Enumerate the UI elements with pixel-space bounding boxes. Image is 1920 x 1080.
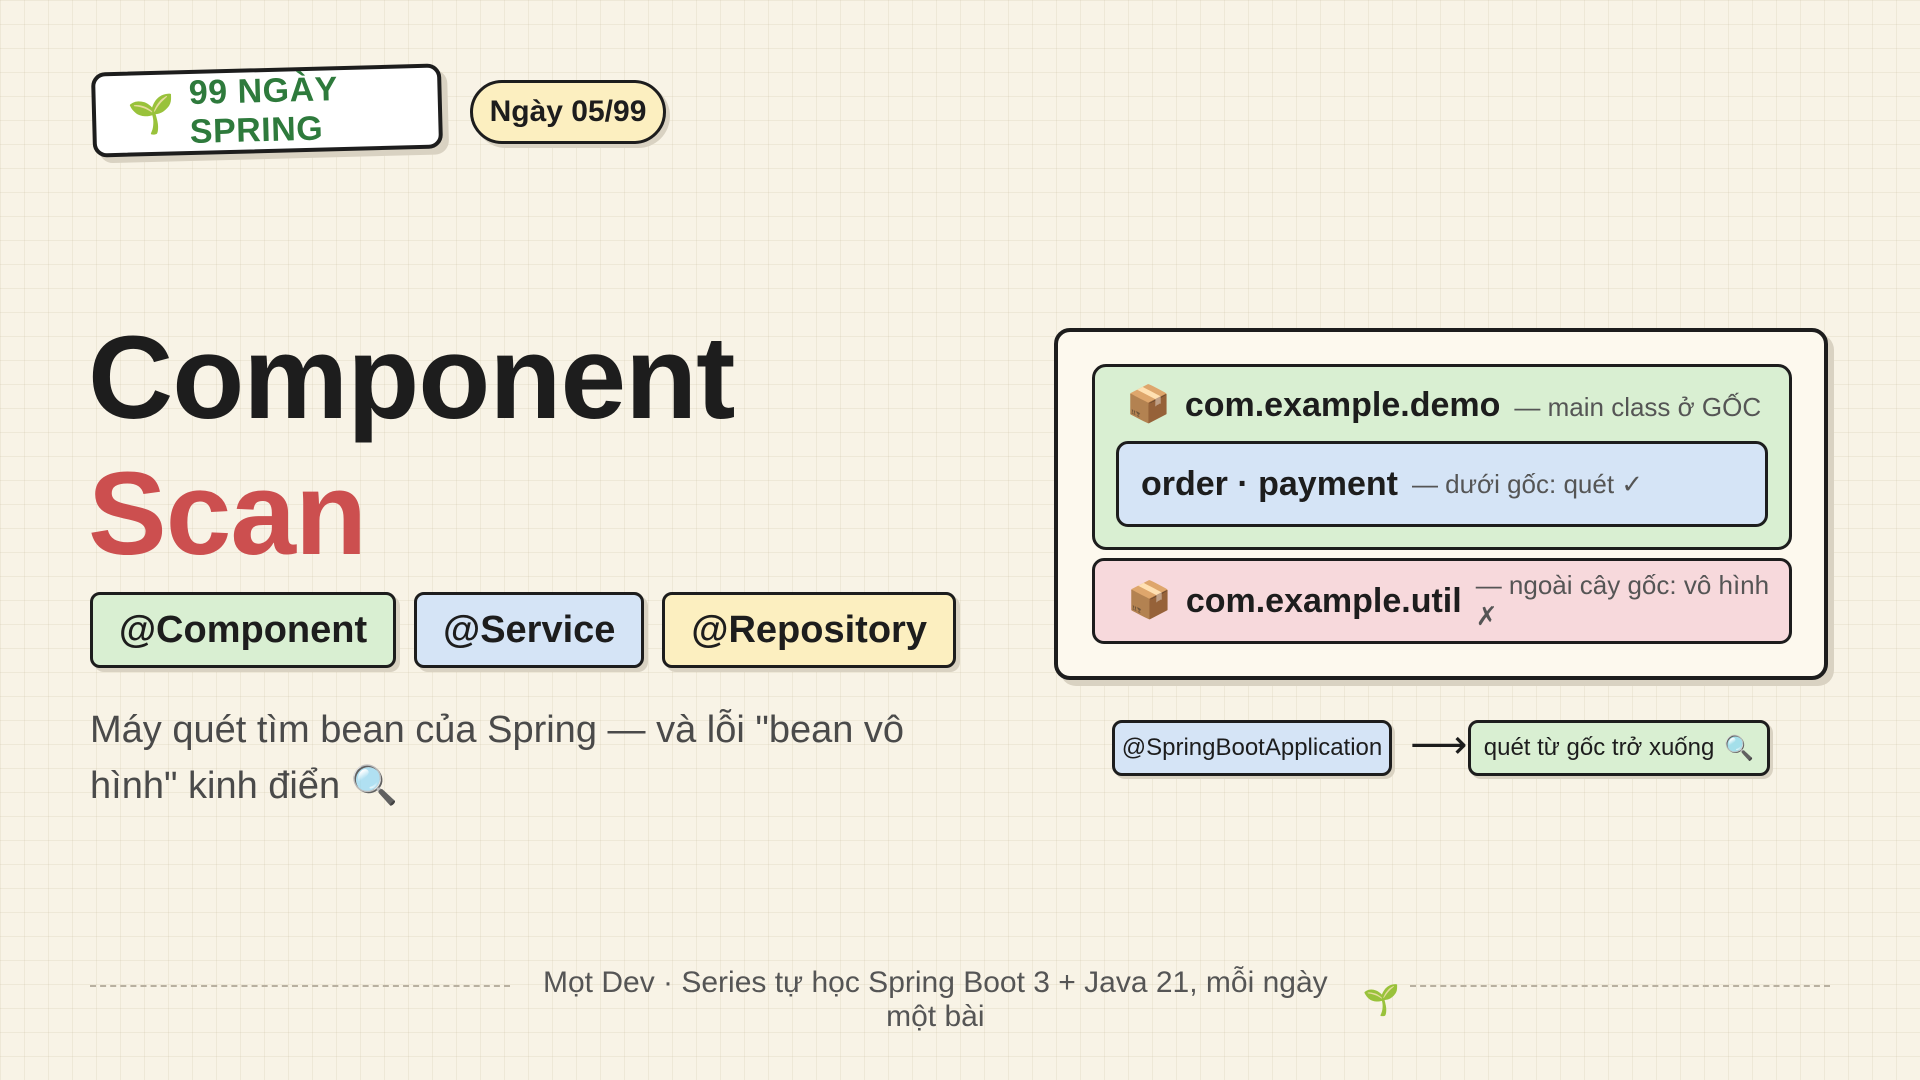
outside-package-note: — ngoài cây gốc: vô hình ✗	[1475, 570, 1770, 631]
package-icon: 📦	[1126, 384, 1171, 425]
series-label: 99 NGÀY SPRING	[188, 69, 338, 151]
flow-result: quét từ gốc trở xuống 🔍	[1468, 720, 1770, 776]
title-line-1: Component	[88, 312, 735, 444]
footer-divider-right	[1410, 985, 1830, 987]
subtitle-text: Máy quét tìm bean của Spring — và lỗi "b…	[90, 709, 905, 807]
sprout-icon: 🌱	[127, 90, 176, 137]
outside-package-box: 📦 com.example.util — ngoài cây gốc: vô h…	[1092, 558, 1792, 644]
root-package-name: com.example.demo	[1184, 386, 1501, 424]
root-package-note: — main class ở GỐC	[1514, 392, 1762, 422]
chip-component: @Component	[90, 592, 397, 668]
subtitle: Máy quét tìm bean của Spring — và lỗi "b…	[90, 702, 970, 814]
chip-service: @Service	[414, 592, 645, 668]
package-icon: 📦	[1127, 580, 1172, 621]
day-badge: Ngày 05/99	[470, 80, 666, 144]
chip-repository: @Repository	[662, 592, 956, 668]
sprout-icon: 🌱	[1362, 983, 1400, 1017]
magnifier-icon: 🔍	[350, 765, 399, 807]
outside-package-name: com.example.util	[1185, 581, 1462, 620]
annotation-chips: @Component @Service @Repository	[90, 592, 956, 668]
magnifier-icon: 🔍	[1724, 734, 1755, 762]
root-package-header: 📦 com.example.demo — main class ở GỐC	[1126, 386, 1761, 425]
title-line-2: Scan	[88, 448, 367, 580]
flow-result-text: quét từ gốc trở xuống	[1483, 734, 1715, 761]
footer-text: Mọt Dev · Series tự học Spring Boot 3 + …	[543, 966, 1328, 1033]
flow-source: @SpringBootApplication	[1112, 720, 1392, 776]
footer-divider-left	[90, 985, 510, 987]
arrow-right-icon: ⟶	[1410, 722, 1468, 768]
child-package-name: order · payment	[1141, 464, 1398, 503]
footer: Mọt Dev · Series tự học Spring Boot 3 + …	[520, 966, 1400, 1034]
child-package-box: order · payment — dưới gốc: quét ✓	[1116, 441, 1768, 527]
series-badge: 🌱 99 NGÀY SPRING	[90, 63, 444, 158]
child-package-note: — dưới gốc: quét ✓	[1411, 468, 1644, 499]
